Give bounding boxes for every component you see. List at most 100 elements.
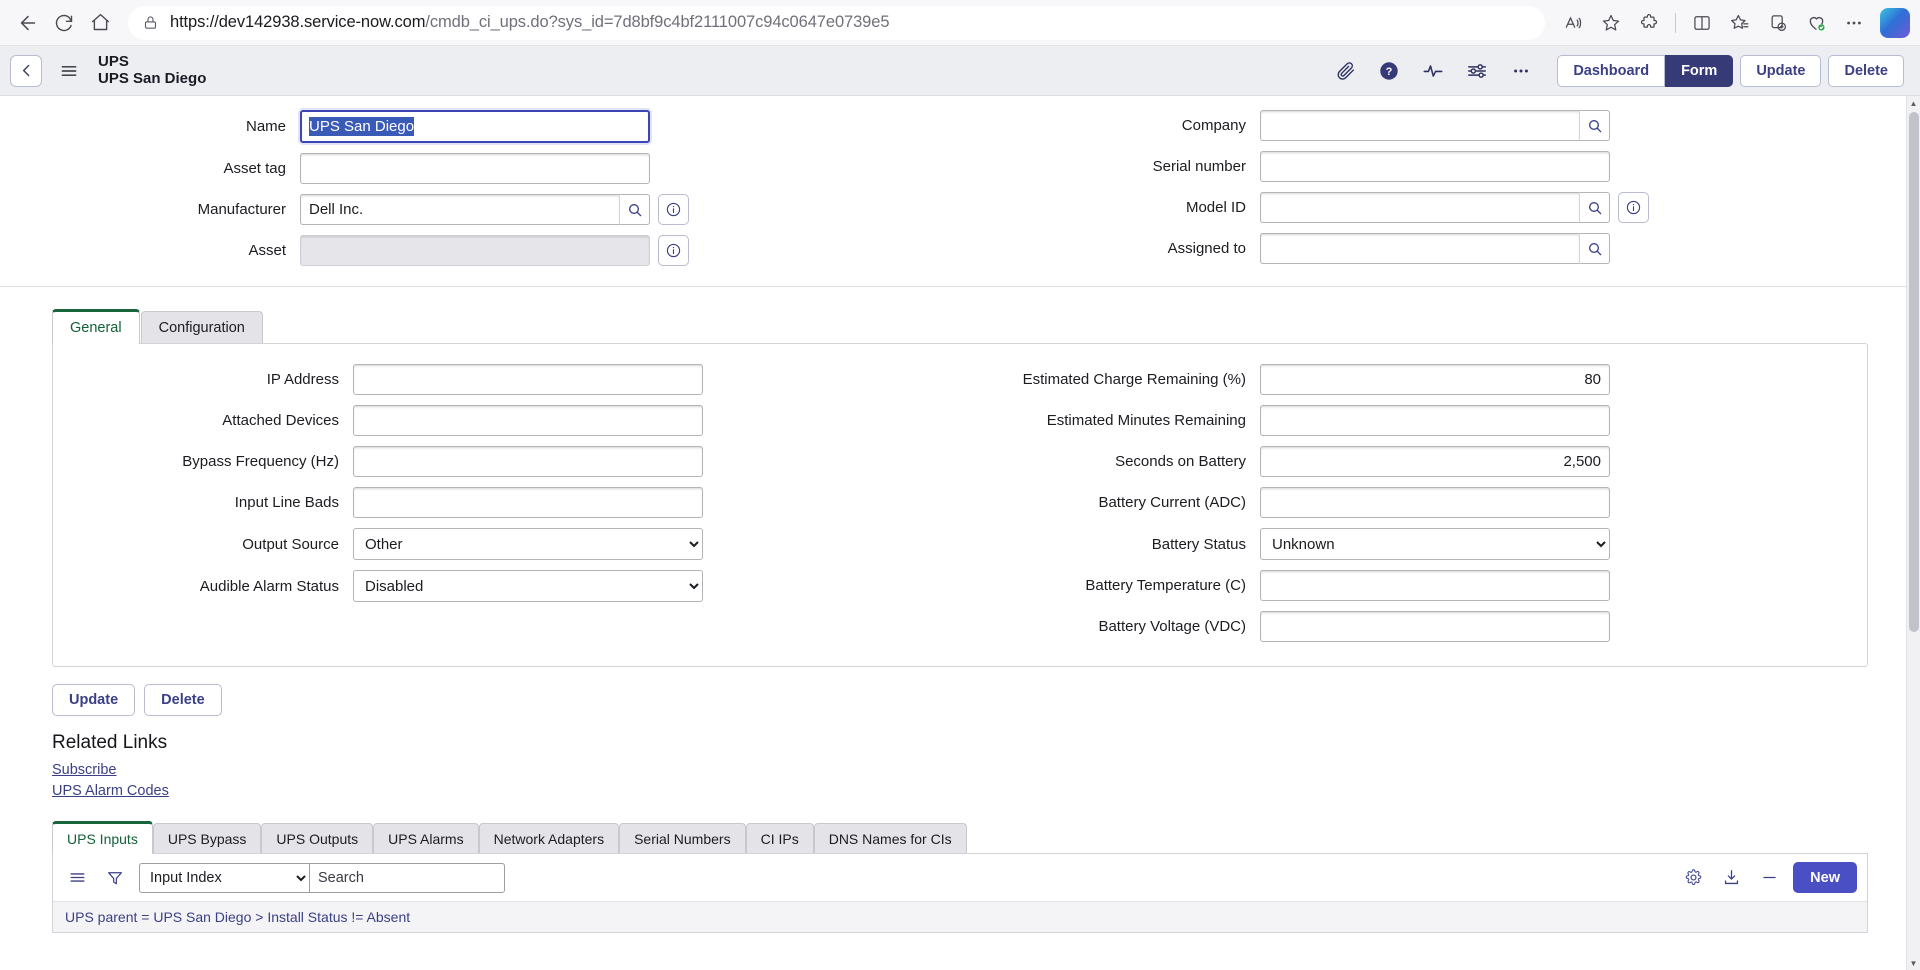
- related-tab-ups-inputs[interactable]: UPS Inputs: [52, 821, 153, 855]
- funnel-filter-icon[interactable]: [101, 864, 129, 892]
- activity-icon[interactable]: [1416, 54, 1450, 88]
- field-label-company: Company: [1181, 117, 1246, 134]
- estimated-charge-remaining-input[interactable]: [1260, 364, 1610, 395]
- related-tab-ups-bypass[interactable]: UPS Bypass: [152, 823, 262, 855]
- battery-status-select[interactable]: Unknown: [1260, 528, 1610, 560]
- form-button[interactable]: Form: [1665, 54, 1734, 87]
- delete-button-bottom[interactable]: Delete: [144, 684, 222, 716]
- battery-voltage-input[interactable]: [1260, 611, 1610, 642]
- top-form-right-column: Company Serial number Model ID Assigned …: [960, 110, 1920, 276]
- related-tab-serial-numbers[interactable]: Serial Numbers: [619, 823, 746, 855]
- ip-address-input[interactable]: [353, 364, 703, 395]
- extensions-icon[interactable]: [1631, 5, 1667, 41]
- input-line-bads-input[interactable]: [353, 487, 703, 518]
- related-link-ups-alarm-codes[interactable]: UPS Alarm Codes: [52, 781, 1920, 802]
- related-links-section: Related Links Subscribe UPS Alarm Codes: [0, 716, 1920, 801]
- form-section-tabs: General Configuration IP Address Attache…: [0, 287, 1920, 668]
- list-field-select[interactable]: Input Index: [139, 862, 309, 893]
- asset-tag-input[interactable]: [300, 153, 650, 184]
- field-label-bypass-frequency: Bypass Frequency (Hz): [182, 453, 339, 470]
- model-id-input[interactable]: [1260, 192, 1579, 223]
- scroll-up-icon[interactable]: ▲: [1907, 96, 1920, 110]
- scroll-down-icon[interactable]: ▼: [1907, 956, 1920, 970]
- assigned-to-lookup-search-icon[interactable]: [1579, 233, 1610, 264]
- chevron-left-icon[interactable]: [10, 54, 42, 87]
- company-input[interactable]: [1260, 110, 1579, 141]
- related-tab-network-adapters[interactable]: Network Adapters: [478, 823, 620, 855]
- related-tab-dns-names-for-cis[interactable]: DNS Names for CIs: [813, 823, 967, 855]
- hamburger-menu-icon[interactable]: [54, 56, 84, 86]
- collections-icon[interactable]: [1722, 5, 1758, 41]
- related-tab-ci-ips[interactable]: CI IPs: [745, 823, 814, 855]
- attachment-icon[interactable]: [1328, 54, 1362, 88]
- field-control-manufacturer: [300, 194, 689, 225]
- new-button[interactable]: New: [1793, 862, 1857, 894]
- bypass-frequency-input[interactable]: [353, 446, 703, 477]
- model-id-lookup-search-icon[interactable]: [1579, 192, 1610, 223]
- list-menu-icon[interactable]: [63, 864, 91, 892]
- list-search-input[interactable]: [309, 862, 505, 893]
- seconds-on-battery-input[interactable]: [1260, 446, 1610, 477]
- home-icon[interactable]: [82, 5, 118, 41]
- top-form-columns: Name UPS San Diego Asset tag Manufacture…: [0, 110, 1920, 276]
- tab-configuration[interactable]: Configuration: [140, 311, 263, 344]
- list-filter-breadcrumb[interactable]: UPS parent = UPS San Diego > Install Sta…: [53, 901, 1867, 933]
- field-label-assigned-to: Assigned to: [1167, 240, 1246, 257]
- related-lists-section: UPS Inputs UPS Bypass UPS Outputs UPS Al…: [0, 801, 1920, 934]
- field-row-output-source: Output Source Other: [53, 528, 960, 560]
- company-lookup-search-icon[interactable]: [1579, 110, 1610, 141]
- related-tab-ups-alarms[interactable]: UPS Alarms: [373, 823, 479, 855]
- copilot-icon[interactable]: [1880, 7, 1910, 38]
- delete-button[interactable]: Delete: [1828, 54, 1904, 87]
- manufacturer-input[interactable]: [300, 194, 619, 225]
- output-source-select[interactable]: Other: [353, 528, 703, 560]
- split-screen-icon[interactable]: [1684, 5, 1720, 41]
- browser-essentials-icon[interactable]: [1798, 5, 1834, 41]
- update-button[interactable]: Update: [1740, 54, 1822, 87]
- personalize-form-icon[interactable]: [1460, 54, 1494, 88]
- related-link-subscribe[interactable]: Subscribe: [52, 760, 1920, 781]
- model-id-info-icon[interactable]: [1618, 192, 1649, 223]
- name-input[interactable]: UPS San Diego: [300, 110, 650, 143]
- asset-info-icon[interactable]: [658, 235, 689, 266]
- field-label-battery-current: Battery Current (ADC): [1098, 494, 1246, 511]
- reload-icon[interactable]: [46, 5, 82, 41]
- dashboard-button[interactable]: Dashboard: [1557, 54, 1666, 87]
- add-tab-icon[interactable]: [1760, 5, 1796, 41]
- battery-temperature-input[interactable]: [1260, 570, 1610, 601]
- field-label-ip-address: IP Address: [266, 371, 339, 388]
- manufacturer-info-icon[interactable]: [658, 194, 689, 225]
- collapse-icon[interactable]: [1755, 864, 1783, 892]
- field-row-estimated-charge-remaining: Estimated Charge Remaining (%): [960, 364, 1867, 395]
- star-icon[interactable]: [1593, 5, 1629, 41]
- read-aloud-icon[interactable]: [1555, 5, 1591, 41]
- estimated-minutes-remaining-input[interactable]: [1260, 405, 1610, 436]
- field-row-manufacturer: Manufacturer: [0, 194, 960, 225]
- general-tab-panel: IP Address Attached Devices Bypass Frequ…: [52, 343, 1868, 667]
- vertical-scrollbar[interactable]: ▲ ▼: [1906, 96, 1920, 970]
- more-options-icon[interactable]: [1504, 54, 1538, 88]
- address-bar[interactable]: https://dev142938.service-now.com/cmdb_c…: [128, 5, 1545, 40]
- audible-alarm-status-select[interactable]: Disabled: [353, 570, 703, 602]
- table-label: UPS: [98, 52, 129, 70]
- url-text: https://dev142938.service-now.com/cmdb_c…: [170, 13, 890, 31]
- tab-general[interactable]: General: [52, 309, 140, 344]
- scrollbar-thumb[interactable]: [1909, 112, 1919, 632]
- battery-current-input[interactable]: [1260, 487, 1610, 518]
- back-arrow-icon[interactable]: [10, 5, 46, 41]
- download-icon[interactable]: [1717, 864, 1745, 892]
- serial-number-input[interactable]: [1260, 151, 1610, 182]
- attached-devices-input[interactable]: [353, 405, 703, 436]
- related-tab-ups-outputs[interactable]: UPS Outputs: [261, 823, 374, 855]
- field-label-estimated-minutes-remaining: Estimated Minutes Remaining: [1046, 412, 1246, 429]
- gear-icon[interactable]: [1679, 864, 1707, 892]
- more-options-icon[interactable]: [1836, 5, 1872, 41]
- svg-text:?: ?: [1386, 66, 1393, 78]
- assigned-to-input[interactable]: [1260, 233, 1579, 264]
- field-row-assigned-to: Assigned to: [960, 233, 1920, 264]
- help-icon[interactable]: ?: [1372, 54, 1406, 88]
- field-label-input-line-bads: Input Line Bads: [234, 494, 339, 511]
- name-input-value: UPS San Diego: [309, 117, 415, 136]
- manufacturer-lookup-search-icon[interactable]: [619, 194, 650, 225]
- update-button-bottom[interactable]: Update: [52, 684, 136, 716]
